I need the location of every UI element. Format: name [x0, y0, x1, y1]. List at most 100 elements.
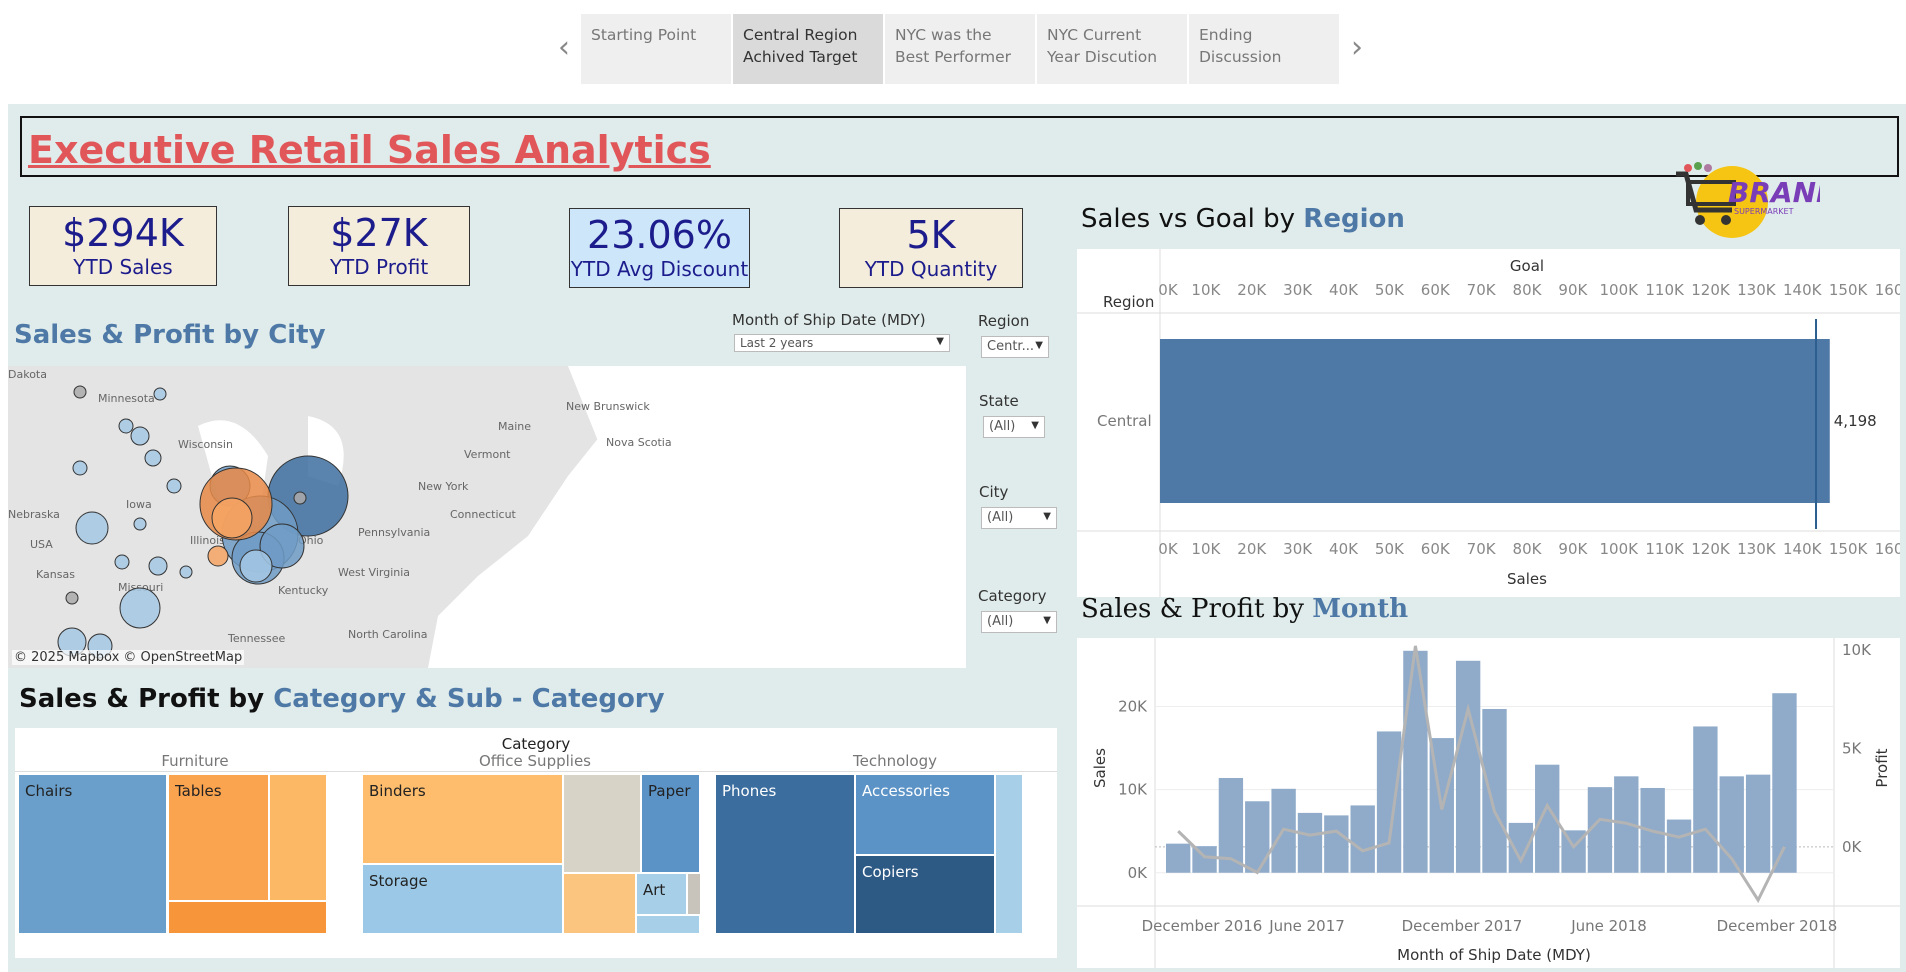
- top-tick: 30K: [1283, 281, 1313, 299]
- story-tab-starting-point[interactable]: Starting Point: [581, 14, 731, 84]
- kpi-label: YTD Avg Discount: [570, 257, 749, 281]
- treemap-cell-paper[interactable]: Paper: [641, 774, 700, 873]
- y2-tick: 0K: [1842, 838, 1863, 856]
- bottom-tick: 10K: [1191, 540, 1221, 558]
- treemap-cell-envelopes[interactable]: [636, 915, 700, 934]
- cart-icon: BRAND SUPERMARKET: [1676, 162, 1839, 238]
- dropdown-value: (All): [987, 614, 1014, 629]
- map-label: Kentucky: [278, 584, 329, 597]
- top-tick: 80K: [1513, 281, 1543, 299]
- top-tick: 160K: [1875, 281, 1900, 299]
- y-tick: 10K: [1118, 781, 1148, 799]
- sales-bar: [1297, 812, 1323, 873]
- x-tick: December 2018: [1717, 917, 1838, 935]
- treemap-cell-storage[interactable]: Storage: [362, 864, 563, 934]
- treemap-cell-bookcases[interactable]: [269, 774, 327, 901]
- category-dropdown[interactable]: (All) ▼: [981, 611, 1057, 633]
- map-bubble: [130, 426, 150, 446]
- divider: [15, 771, 1057, 772]
- top-tick: 90K: [1558, 281, 1588, 299]
- treemap-cell-furnishings[interactable]: [168, 901, 327, 934]
- x-axis-title: Month of Ship Date (MDY): [1397, 946, 1591, 964]
- month-chart-title: Sales & Profit by Month: [1081, 594, 1408, 624]
- row-header: Region: [1103, 293, 1154, 311]
- map-label: North Carolina: [348, 628, 428, 641]
- kpi-ytd-profit: $27K YTD Profit: [288, 206, 470, 286]
- sales-bar: [1455, 660, 1481, 873]
- cell-label: Art: [643, 881, 666, 899]
- treemap-category-office-supplies: Office Supplies: [478, 752, 591, 770]
- category-label: Central: [1097, 412, 1152, 430]
- sales-bar: [1160, 339, 1830, 503]
- kpi-ytd-avg-discount: 23.06% YTD Avg Discount: [569, 208, 750, 288]
- sales-axis-title: Sales: [1507, 570, 1547, 588]
- story-tab-label: NYC was the Best Performer: [895, 26, 1012, 66]
- top-tick: 20K: [1237, 281, 1267, 299]
- map-bubble: [119, 587, 161, 629]
- map-bubble: [211, 497, 253, 539]
- ship-date-dropdown[interactable]: Last 2 years ▼: [734, 334, 950, 352]
- logo-word: BRAND: [1728, 176, 1820, 209]
- chevron-left-icon[interactable]: ‹: [550, 28, 578, 68]
- story-tab-nyc-current-year[interactable]: NYC Current Year Discution: [1037, 14, 1187, 84]
- cell-label: Paper: [648, 782, 691, 800]
- dashboard-title: Executive Retail Sales Analytics: [28, 128, 711, 172]
- map-label: West Virginia: [338, 566, 410, 579]
- goal-chart-title: Sales vs Goal by Region: [1081, 204, 1405, 234]
- top-tick: 100K: [1600, 281, 1640, 299]
- treemap-cell-binders[interactable]: Binders: [362, 774, 563, 864]
- map-bubble: [118, 418, 134, 434]
- state-dropdown[interactable]: (All) ▼: [983, 416, 1045, 438]
- map-label: New Brunswick: [566, 400, 650, 413]
- region-dropdown[interactable]: Centr... ▼: [981, 336, 1049, 358]
- top-tick: 130K: [1737, 281, 1777, 299]
- treemap-cell-appliances[interactable]: [563, 774, 641, 873]
- treemap-cell-supplies[interactable]: [563, 873, 636, 934]
- treemap-category-furniture: Furniture: [161, 752, 229, 770]
- treemap-cell-art[interactable]: Art: [636, 873, 687, 915]
- city-map[interactable]: Minnesota Dakota Wisconsin Iowa Nebraska USA K…: [8, 366, 966, 668]
- map-attribution: © 2025 Mapbox © OpenStreetMap: [12, 650, 245, 665]
- story-tab-label: Ending Discussion: [1199, 26, 1282, 66]
- kpi-label: YTD Profit: [329, 255, 429, 279]
- kpi-ytd-quantity: 5K YTD Quantity: [839, 208, 1023, 288]
- map-label: Tennessee: [227, 632, 286, 645]
- ship-date-filter-label: Month of Ship Date (MDY): [732, 311, 926, 329]
- map-canvas[interactable]: Minnesota Dakota Wisconsin Iowa Nebraska USA K…: [8, 366, 966, 668]
- treemap-cell-chairs[interactable]: Chairs: [18, 774, 167, 934]
- map-label: Iowa: [126, 498, 152, 511]
- top-tick: 10K: [1191, 281, 1221, 299]
- logo-sub: SUPERMARKET: [1734, 207, 1794, 216]
- dropdown-value: (All): [987, 510, 1014, 525]
- story-tab-ending[interactable]: Ending Discussion: [1189, 14, 1339, 84]
- goal-chart-panel: Goal Sales Region 0K 0K 10K 10K 20K 20K 30K 30K 40K…: [1077, 249, 1906, 597]
- treemap-cell-tables[interactable]: Tables: [168, 774, 269, 901]
- treemap-title-plain: Sales & Profit by: [19, 684, 274, 714]
- treemap-cell-accessories[interactable]: Accessories: [855, 774, 995, 855]
- caret-down-icon: ▼: [1043, 511, 1051, 522]
- map-label: Nebraska: [8, 508, 60, 521]
- top-tick: 140K: [1783, 281, 1823, 299]
- treemap-cell-fasteners[interactable]: [687, 873, 701, 915]
- story-tab-central-region[interactable]: Central Region Achived Target: [733, 14, 883, 84]
- sales-bar: [1376, 731, 1402, 873]
- map-bubble: [73, 385, 87, 399]
- map-bubble: [293, 491, 307, 505]
- goal-title-plain: Sales vs Goal by: [1081, 204, 1304, 234]
- x-tick: December 2017: [1402, 917, 1523, 935]
- chevron-right-icon[interactable]: ›: [1343, 28, 1371, 68]
- treemap-cell-copiers[interactable]: Copiers: [855, 855, 995, 934]
- dropdown-value: Centr...: [987, 339, 1034, 354]
- city-dropdown[interactable]: (All) ▼: [981, 507, 1057, 529]
- brand-logo: BRAND SUPERMARKET: [1670, 162, 1839, 240]
- treemap-cell-machines[interactable]: [995, 774, 1023, 934]
- treemap-cell-phones[interactable]: Phones: [715, 774, 855, 934]
- treemap-category-technology: Technology: [852, 752, 938, 770]
- map-title: Sales & Profit by City: [14, 320, 326, 350]
- bottom-tick: 0K: [1158, 540, 1179, 558]
- kpi-value: 23.06%: [587, 213, 732, 257]
- kpi-value: $27K: [330, 211, 428, 255]
- month-chart-panel: 0K 10K 20K 0K 5K 10K Sales Profit December 2016 J…: [1077, 638, 1900, 968]
- bottom-tick: 160K: [1875, 540, 1900, 558]
- story-tab-nyc-best[interactable]: NYC was the Best Performer: [885, 14, 1035, 84]
